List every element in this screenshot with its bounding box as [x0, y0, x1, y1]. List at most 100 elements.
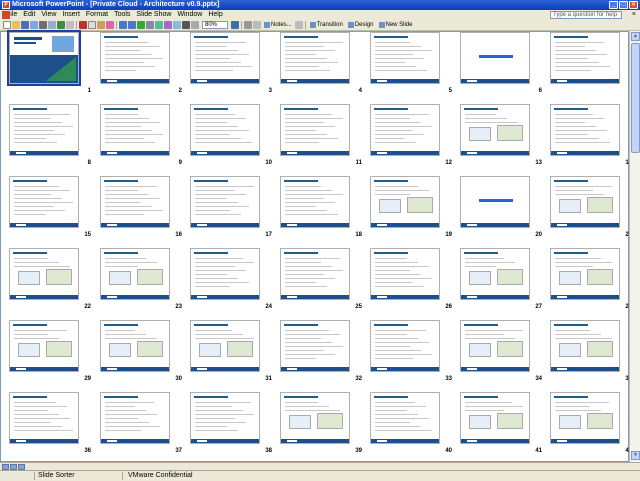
slide-show-view-icon[interactable]: [18, 463, 25, 470]
slide-thumbnail[interactable]: [100, 176, 170, 228]
slide-thumbnail[interactable]: [370, 392, 440, 444]
scroll-up-icon[interactable]: ▲: [631, 32, 640, 41]
status-bar: Slide Sorter VMware Confidential: [0, 470, 640, 481]
notes-button[interactable]: Notes...: [262, 21, 294, 30]
slide-thumbnail[interactable]: [550, 320, 620, 372]
slide-sorter-pane[interactable]: 1234567891011121314151617181920212223242…: [0, 30, 632, 462]
slide-thumbnail[interactable]: [190, 176, 260, 228]
vertical-scrollbar[interactable]: ▲ ▼: [629, 31, 640, 462]
menu-edit[interactable]: Edit: [20, 10, 38, 20]
help-icon[interactable]: [231, 21, 239, 29]
hide-slide-icon[interactable]: [244, 21, 252, 29]
slide-thumbnail[interactable]: [9, 176, 79, 228]
slide-thumbnail[interactable]: [460, 320, 530, 372]
spelling-icon[interactable]: [57, 21, 65, 29]
slide-thumbnail[interactable]: [370, 104, 440, 156]
copy-icon[interactable]: [88, 21, 96, 29]
open-folder-icon[interactable]: [12, 21, 20, 29]
print-icon[interactable]: [39, 21, 47, 29]
slide-thumbnail[interactable]: [550, 248, 620, 300]
expand-all-icon[interactable]: [173, 21, 181, 29]
slide-thumbnail[interactable]: [370, 248, 440, 300]
slide-thumbnail[interactable]: [460, 104, 530, 156]
slide-thumbnail[interactable]: [460, 392, 530, 444]
insert-wordart-icon[interactable]: [164, 21, 172, 29]
document-close-icon[interactable]: ×: [632, 11, 636, 19]
slide-thumbnail[interactable]: [370, 176, 440, 228]
menu-slide-show[interactable]: Slide Show: [133, 10, 174, 20]
slide-thumbnail[interactable]: [550, 32, 620, 84]
grayscale-icon[interactable]: [191, 21, 199, 29]
slide-thumbnail[interactable]: [280, 176, 350, 228]
slide-thumbnail[interactable]: [100, 320, 170, 372]
rehearse-timings-icon[interactable]: [253, 21, 261, 29]
slide-thumbnail[interactable]: [370, 32, 440, 84]
slide-thumbnail[interactable]: [280, 392, 350, 444]
slide-thumbnail[interactable]: [100, 104, 170, 156]
show-formatting-icon[interactable]: [182, 21, 190, 29]
slide-thumbnail[interactable]: [550, 392, 620, 444]
slide-thumbnail[interactable]: [100, 392, 170, 444]
new-slide-button[interactable]: New Slide: [377, 21, 415, 30]
title-bar[interactable]: P Microsoft PowerPoint - [Private Cloud …: [0, 0, 640, 10]
slide-thumbnail[interactable]: [550, 104, 620, 156]
slide-thumbnail[interactable]: [460, 32, 530, 84]
menu-insert[interactable]: Insert: [59, 10, 83, 20]
slide-thumbnail[interactable]: [9, 320, 79, 372]
slide-thumbnail[interactable]: [190, 32, 260, 84]
undo-icon[interactable]: [119, 21, 127, 29]
cut-icon[interactable]: [79, 21, 87, 29]
transition-button[interactable]: Transition: [308, 21, 345, 30]
slide-thumbnail[interactable]: [460, 176, 530, 228]
zoom-select[interactable]: 80%: [202, 21, 228, 29]
slide-thumbnail[interactable]: [100, 248, 170, 300]
slide-thumbnail[interactable]: [100, 32, 170, 84]
format-painter-icon[interactable]: [106, 21, 114, 29]
menu-tools[interactable]: Tools: [111, 10, 133, 20]
slide-thumbnail[interactable]: [7, 30, 81, 86]
insert-table-icon[interactable]: [146, 21, 154, 29]
summary-slide-icon[interactable]: [294, 21, 303, 29]
minimize-button[interactable]: _: [609, 1, 618, 9]
save-icon[interactable]: [21, 21, 29, 29]
slide-number: 34: [535, 376, 542, 382]
close-button[interactable]: ×: [629, 1, 638, 9]
slide-thumbnail[interactable]: [190, 248, 260, 300]
menu-window[interactable]: Window: [174, 10, 205, 20]
slide-number: 18: [355, 232, 362, 238]
slide-thumbnail[interactable]: [9, 248, 79, 300]
slide-sorter-view-icon[interactable]: [10, 463, 17, 470]
menu-help[interactable]: Help: [205, 10, 225, 20]
maximize-button[interactable]: □: [619, 1, 628, 9]
new-file-icon[interactable]: [3, 21, 11, 29]
permission-icon[interactable]: [30, 21, 38, 29]
research-icon[interactable]: [66, 21, 74, 29]
slide-thumbnail[interactable]: [370, 320, 440, 372]
slide-thumbnail[interactable]: [280, 32, 350, 84]
redo-icon[interactable]: [128, 21, 136, 29]
slide-thumbnail[interactable]: [190, 392, 260, 444]
slide-thumbnail[interactable]: [280, 104, 350, 156]
document-icon[interactable]: [2, 11, 10, 19]
print-preview-icon[interactable]: [48, 21, 56, 29]
help-search-input[interactable]: Type a question for help: [550, 11, 622, 19]
scroll-down-icon[interactable]: ▼: [631, 451, 640, 460]
design-button[interactable]: Design: [346, 21, 376, 30]
slide-thumbnail[interactable]: [9, 392, 79, 444]
insert-chart-icon[interactable]: [137, 21, 145, 29]
standard-toolbar: 80% Notes... Transition Design New Slide: [0, 20, 640, 31]
design-label: Design: [354, 21, 374, 28]
slide-thumbnail[interactable]: [190, 104, 260, 156]
slide-thumbnail[interactable]: [280, 248, 350, 300]
menu-view[interactable]: View: [38, 10, 59, 20]
slide-thumbnail[interactable]: [550, 176, 620, 228]
slide-thumbnail[interactable]: [190, 320, 260, 372]
slide-thumbnail[interactable]: [460, 248, 530, 300]
scroll-thumb[interactable]: [631, 43, 640, 153]
paste-icon[interactable]: [97, 21, 105, 29]
tables-borders-icon[interactable]: [155, 21, 163, 29]
slide-thumbnail[interactable]: [280, 320, 350, 372]
menu-format[interactable]: Format: [83, 10, 111, 20]
slide-thumbnail[interactable]: [9, 104, 79, 156]
normal-view-icon[interactable]: [2, 463, 9, 470]
